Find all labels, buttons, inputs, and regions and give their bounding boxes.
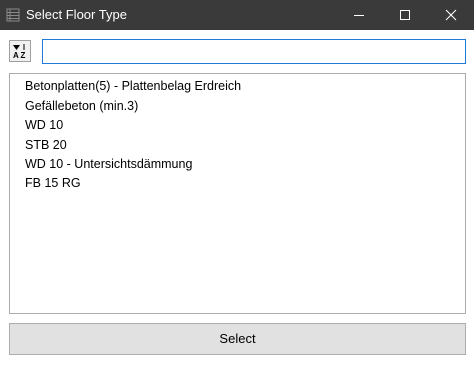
list-item[interactable]: WD 10 - Untersichtsdämmung — [25, 155, 192, 174]
list-item[interactable]: Betonplatten(5) - Plattenbelag Erdreich — [25, 77, 241, 96]
sort-az-icon: A Z — [13, 44, 26, 59]
window-title: Select Floor Type — [26, 7, 127, 22]
select-button[interactable]: Select — [9, 323, 466, 355]
floor-type-list[interactable]: Betonplatten(5) - Plattenbelag Erdreich … — [9, 73, 466, 314]
svg-text:A: A — [13, 51, 19, 59]
maximize-button[interactable] — [382, 0, 428, 30]
list-item[interactable]: FB 15 RG — [25, 174, 81, 193]
list-item[interactable]: Gefällebeton (min.3) — [25, 97, 138, 116]
list-icon — [6, 8, 20, 22]
list-item[interactable]: WD 10 — [25, 116, 63, 135]
svg-text:Z: Z — [21, 51, 26, 59]
close-icon — [445, 9, 457, 21]
list-item[interactable]: STB 20 — [25, 136, 67, 155]
search-input[interactable] — [42, 39, 466, 64]
title-bar[interactable]: Select Floor Type — [0, 0, 474, 30]
close-button[interactable] — [428, 0, 474, 30]
minimize-button[interactable] — [336, 0, 382, 30]
minimize-icon — [354, 15, 364, 16]
sort-button[interactable]: A Z — [9, 40, 31, 62]
maximize-icon — [400, 10, 410, 20]
